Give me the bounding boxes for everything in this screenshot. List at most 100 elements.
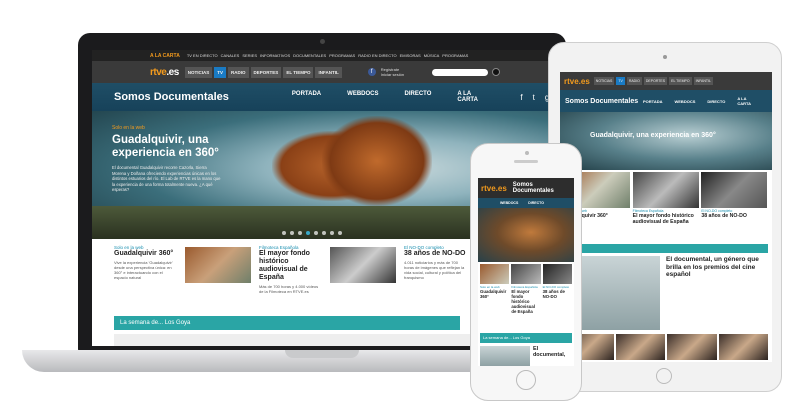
section-nav-webdocs[interactable]: WEBDOCS	[674, 99, 695, 104]
card-title[interactable]: Guadalquivir 360°	[480, 289, 509, 299]
card-title[interactable]: 38 años de NO-DO	[404, 250, 466, 258]
hero-title[interactable]: Guadalquivir, una experiencia en 360°	[590, 132, 740, 139]
bird-image[interactable]	[480, 346, 530, 366]
carousel-dot[interactable]	[322, 231, 326, 235]
rtve-logo[interactable]: rtve.es	[150, 67, 179, 78]
card[interactable]: Filmoteca Española El mayor fondo histór…	[511, 264, 541, 330]
facebook-icon[interactable]: f	[367, 68, 376, 76]
carousel-dot[interactable]	[338, 231, 342, 235]
card-thumbnail[interactable]	[632, 172, 699, 208]
card-desc: 4.011 noticiarios y más de 700 horas de …	[404, 260, 465, 280]
topbar-item[interactable]: Documentales	[293, 53, 326, 58]
hero-kicker: Solo en la web	[112, 125, 145, 131]
nav-tab-tv[interactable]: TV	[214, 66, 227, 78]
video-thumbnail[interactable]	[615, 334, 665, 360]
section-nav-webdocs[interactable]: WEBDOCS	[500, 201, 518, 205]
section-nav-portada[interactable]: PORTADA	[643, 99, 662, 104]
section-nav-portada[interactable]: PORTADA	[292, 91, 321, 103]
card-title[interactable]: 38 años de NO-DO	[701, 213, 768, 219]
phone-home-button[interactable]	[516, 370, 536, 390]
topbar-item[interactable]: Canales	[221, 53, 240, 58]
section-title[interactable]: Somos Documentales	[513, 182, 574, 194]
tablet-home-button[interactable]	[656, 368, 672, 384]
carousel-dot[interactable]	[290, 231, 294, 235]
a-la-carta-link[interactable]: A la carta	[150, 53, 180, 59]
section-nav-directo[interactable]: DIRECTO	[405, 91, 432, 103]
register-links[interactable]: Regístrate Iniciar sesión	[381, 67, 404, 77]
search-icon[interactable]	[492, 68, 501, 76]
carousel-dot[interactable]	[282, 231, 286, 235]
tablet-nav: rtve.es Noticias TV Radio Deportes El ti…	[560, 72, 772, 90]
facebook-icon[interactable]: f	[520, 93, 522, 102]
section-title[interactable]: Somos Documentales	[565, 98, 643, 105]
section-nav-alacarta[interactable]: A LA CARTA	[457, 91, 490, 103]
nav-tab-tiempo[interactable]: El tiempo	[669, 77, 692, 85]
card[interactable]: El NO-DO completo 38 años de NO-DO	[542, 264, 572, 330]
card-thumbnail[interactable]	[701, 172, 768, 208]
topbar-item[interactable]: Informativos	[260, 53, 290, 58]
topbar-item[interactable]: Música	[424, 53, 440, 58]
nav-tab-noticias[interactable]: Noticias	[184, 66, 213, 78]
card[interactable]: Solo en la web Guadalquivir 360°	[480, 264, 510, 330]
nav-tab-infantil[interactable]: Infantil	[693, 77, 713, 85]
carousel-dot[interactable]	[330, 231, 334, 235]
nav-tab-infantil[interactable]: Infantil	[315, 66, 342, 78]
nav-tab-tiempo[interactable]: El tiempo	[283, 66, 314, 78]
logo-part: .es	[166, 66, 179, 78]
topbar-item[interactable]: Radio en directo	[358, 53, 396, 58]
section-nav-alacarta[interactable]: A LA CARTA	[737, 96, 760, 106]
card-title[interactable]: El mayor fondo histórico audiovisual de …	[633, 213, 700, 225]
topbar-item[interactable]: Series	[242, 53, 257, 58]
section-nav-webdocs[interactable]: WEBDOCS	[347, 91, 378, 103]
twitter-icon[interactable]: t	[533, 93, 535, 102]
nav-tab-deportes[interactable]: Deportes	[643, 77, 668, 85]
section-nav-directo[interactable]: DIRECTO	[707, 99, 725, 104]
doc-title[interactable]: El documental, un género que brilla en l…	[666, 256, 768, 279]
topbar-item[interactable]: Programas	[329, 53, 355, 58]
card-thumbnail[interactable]	[480, 264, 510, 284]
card-thumbnail[interactable]	[511, 264, 541, 284]
video-thumbnail[interactable]	[718, 334, 768, 360]
nav-tab-noticias[interactable]: Noticias	[593, 77, 615, 85]
login-link[interactable]: Iniciar sesión	[381, 72, 404, 77]
nav-tab-deportes[interactable]: Deportes	[250, 66, 282, 78]
rtve-logo[interactable]: rtve.es	[564, 77, 590, 86]
card-title[interactable]: 38 años de NO-DO	[543, 289, 572, 299]
tablet-screen: rtve.es Noticias TV Radio Deportes El ti…	[560, 72, 772, 362]
phone-speaker	[514, 160, 538, 163]
card[interactable]: Solo en la web Guadalquivir 360° Vive la…	[114, 245, 255, 303]
card-title[interactable]: Guadalquivir 360°	[114, 250, 176, 258]
section-header: Somos Documentales PORTADA WEBDOCS DIREC…	[92, 83, 554, 111]
doc-title[interactable]: El documental,	[533, 346, 572, 366]
section-title[interactable]: Somos Documentales	[114, 91, 262, 103]
carousel-dot[interactable]	[298, 231, 302, 235]
phone-hero[interactable]	[478, 208, 574, 262]
semana-banner[interactable]	[564, 244, 768, 253]
search-input[interactable]	[432, 68, 489, 76]
card-title[interactable]: El mayor fondo histórico audiovisual de …	[511, 289, 540, 314]
nav-tab-tv[interactable]: TV	[616, 77, 625, 85]
semana-banner[interactable]: La semana de... Los Goya	[480, 333, 572, 343]
tablet-hero[interactable]	[560, 112, 772, 170]
semana-banner[interactable]: La semana de... Los Goya	[114, 316, 460, 330]
carousel-dot[interactable]	[314, 231, 318, 235]
card[interactable]: El NO-DO completo 38 años de NO-DO	[701, 172, 768, 244]
carousel-dot-active[interactable]	[306, 231, 310, 235]
card-title[interactable]: El mayor fondo histórico audiovisual de …	[259, 250, 321, 282]
rtve-logo[interactable]: rtve.es	[481, 184, 507, 193]
card-thumbnail[interactable]	[185, 247, 251, 283]
topbar-item[interactable]: Programas	[442, 53, 468, 58]
hero-title[interactable]: Guadalquivir, una experiencia en 360°	[112, 134, 222, 160]
card[interactable]: Filmoteca Española El mayor fondo histór…	[259, 245, 400, 303]
card[interactable]: Filmoteca Española El mayor fondo histór…	[632, 172, 700, 244]
topbar-item[interactable]: Emisoras	[400, 53, 421, 58]
topbar-item[interactable]: TV en directo	[187, 53, 218, 58]
card-thumbnail[interactable]	[542, 264, 572, 284]
video-thumbnail[interactable]	[667, 334, 717, 360]
section-nav-directo[interactable]: DIRECTO	[528, 201, 544, 205]
main-nav: rtve.es Noticias TV Radio Deportes El ti…	[92, 61, 554, 83]
nav-tab-radio[interactable]: Radio	[228, 66, 249, 78]
card-thumbnail[interactable]	[330, 247, 396, 283]
nav-tab-radio[interactable]: Radio	[626, 77, 642, 85]
carousel-dots	[282, 231, 342, 235]
